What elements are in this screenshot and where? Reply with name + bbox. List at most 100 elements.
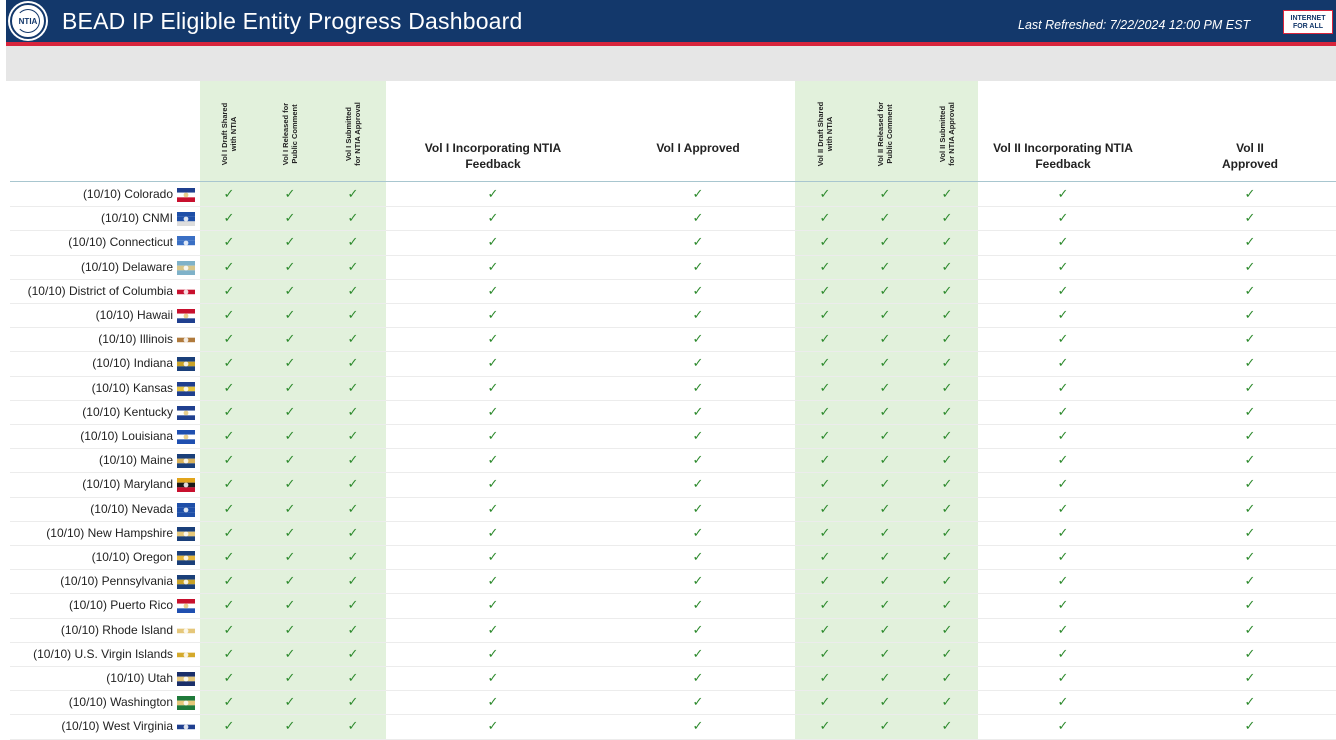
status-check-icon: ✓	[692, 597, 704, 613]
status-check-icon: ✓	[692, 549, 704, 564]
status-check-icon: ✓	[1057, 670, 1069, 685]
internet-for-all-logo[interactable]: INTERNET FOR ALL	[1283, 10, 1333, 34]
status-check-icon: ✓	[487, 621, 499, 637]
table-row[interactable]: (10/10) Colorado ✓ ✓ ✓ ✓ ✓ ✓ ✓ ✓ ✓ ✓	[0, 183, 1336, 208]
status-check-icon: ✓	[879, 307, 891, 322]
status-check-icon: ✓	[487, 500, 499, 516]
status-check-icon: ✓	[941, 428, 953, 443]
table-row[interactable]: (10/10) Washington ✓ ✓ ✓ ✓ ✓ ✓ ✓ ✓ ✓ ✓	[0, 691, 1336, 716]
table-row[interactable]: (10/10) District of Columbia ✓ ✓ ✓ ✓ ✓ ✓ ✓ ✓ ✓ ✓	[0, 280, 1336, 305]
status-check-icon: ✓	[692, 355, 704, 371]
status-check-icon: ✓	[941, 186, 953, 201]
status-check-icon: ✓	[487, 718, 499, 734]
status-check-icon: ✓	[223, 694, 235, 710]
status-check-icon: ✓	[941, 597, 953, 613]
entity-name: (10/10) Connecticut	[68, 235, 173, 250]
status-check-icon: ✓	[692, 428, 704, 443]
status-check-icon: ✓	[1244, 524, 1256, 540]
status-check-icon: ✓	[487, 670, 499, 685]
table-row[interactable]: (10/10) New Hampshire ✓ ✓ ✓ ✓ ✓ ✓ ✓ ✓ ✓ ✓	[0, 522, 1336, 547]
table-row[interactable]: (10/10) Kansas ✓ ✓ ✓ ✓ ✓ ✓ ✓ ✓ ✓ ✓	[0, 377, 1336, 401]
status-check-icon: ✓	[819, 670, 831, 685]
status-check-icon: ✓	[879, 500, 891, 516]
status-check-icon: ✓	[1244, 645, 1256, 661]
table-row[interactable]: (10/10) West Virginia ✓ ✓ ✓ ✓ ✓ ✓ ✓ ✓ ✓ ✓	[0, 715, 1336, 740]
status-check-icon: ✓	[879, 476, 891, 492]
status-check-icon: ✓	[692, 476, 704, 492]
status-check-icon: ✓	[819, 597, 831, 613]
maine-flag-icon	[177, 454, 195, 469]
status-check-icon: ✓	[1057, 282, 1069, 298]
puerto-rico-flag-icon	[177, 599, 195, 614]
status-check-icon: ✓	[223, 234, 235, 250]
status-check-icon: ✓	[1244, 307, 1256, 322]
badge-line-1: INTERNET	[1290, 15, 1326, 22]
table-row[interactable]: (10/10) Louisiana ✓ ✓ ✓ ✓ ✓ ✓ ✓ ✓ ✓ ✓	[0, 425, 1336, 450]
table-row[interactable]: (10/10) Illinois ✓ ✓ ✓ ✓ ✓ ✓ ✓ ✓ ✓ ✓	[0, 328, 1336, 353]
status-check-icon: ✓	[223, 307, 235, 322]
status-check-icon: ✓	[347, 597, 359, 613]
column-header-9: Vol II Incorporating NTIA Feedback	[993, 141, 1133, 171]
status-check-icon: ✓	[1244, 500, 1256, 516]
kentucky-flag-icon	[177, 405, 195, 420]
status-check-icon: ✓	[347, 234, 359, 250]
table-row[interactable]: (10/10) Pennsylvania ✓ ✓ ✓ ✓ ✓ ✓ ✓ ✓ ✓ ✓	[0, 570, 1336, 595]
status-check-icon: ✓	[879, 621, 891, 637]
delaware-flag-icon	[177, 260, 195, 275]
status-check-icon: ✓	[941, 452, 953, 468]
status-check-icon: ✓	[223, 500, 235, 516]
status-check-icon: ✓	[692, 621, 704, 637]
dc-flag-icon	[177, 284, 195, 299]
status-check-icon: ✓	[1244, 258, 1256, 274]
kansas-flag-icon	[177, 381, 195, 396]
status-check-icon: ✓	[941, 694, 953, 710]
status-check-icon: ✓	[487, 210, 499, 226]
status-check-icon: ✓	[487, 331, 499, 347]
hawaii-flag-icon	[177, 309, 195, 323]
status-check-icon: ✓	[1057, 645, 1069, 661]
table-row[interactable]: (10/10) Maine ✓ ✓ ✓ ✓ ✓ ✓ ✓ ✓ ✓ ✓	[0, 449, 1336, 474]
status-check-icon: ✓	[819, 524, 831, 540]
status-check-icon: ✓	[1057, 524, 1069, 540]
table-row[interactable]: (10/10) Hawaii ✓ ✓ ✓ ✓ ✓ ✓ ✓ ✓ ✓ ✓	[0, 304, 1336, 329]
status-check-icon: ✓	[284, 500, 296, 516]
table-row[interactable]: (10/10) Maryland ✓ ✓ ✓ ✓ ✓ ✓ ✓ ✓ ✓ ✓	[0, 473, 1336, 498]
table-row[interactable]: (10/10) Rhode Island ✓ ✓ ✓ ✓ ✓ ✓ ✓ ✓ ✓ ✓	[0, 619, 1336, 643]
status-check-icon: ✓	[487, 597, 499, 613]
status-check-icon: ✓	[941, 476, 953, 492]
status-check-icon: ✓	[347, 573, 359, 589]
status-check-icon: ✓	[347, 718, 359, 734]
status-check-icon: ✓	[284, 258, 296, 274]
column-header-label: Vol II Submitted for NTIA Approval	[938, 102, 956, 166]
entity-name: (10/10) U.S. Virgin Islands	[33, 646, 173, 661]
oregon-flag-icon	[177, 551, 195, 565]
status-check-icon: ✓	[1244, 694, 1256, 710]
status-check-icon: ✓	[284, 186, 296, 201]
entity-name: (10/10) Illinois	[98, 332, 173, 347]
washington-flag-icon	[177, 696, 195, 711]
status-check-icon: ✓	[692, 403, 704, 419]
status-check-icon: ✓	[819, 234, 831, 250]
table-row[interactable]: (10/10) Delaware ✓ ✓ ✓ ✓ ✓ ✓ ✓ ✓ ✓ ✓	[0, 256, 1336, 280]
status-check-icon: ✓	[347, 331, 359, 347]
table-row[interactable]: (10/10) Indiana ✓ ✓ ✓ ✓ ✓ ✓ ✓ ✓ ✓ ✓	[0, 352, 1336, 377]
colorado-flag-icon	[177, 188, 195, 202]
table-row[interactable]: (10/10) U.S. Virgin Islands ✓ ✓ ✓ ✓ ✓ ✓ ✓ ✓ ✓ ✓	[0, 643, 1336, 668]
table-row[interactable]: (10/10) CNMI ✓ ✓ ✓ ✓ ✓ ✓ ✓ ✓ ✓ ✓	[0, 207, 1336, 232]
status-check-icon: ✓	[819, 452, 831, 468]
table-row[interactable]: (10/10) Puerto Rico ✓ ✓ ✓ ✓ ✓ ✓ ✓ ✓ ✓ ✓	[0, 594, 1336, 619]
status-check-icon: ✓	[1057, 500, 1069, 516]
status-check-icon: ✓	[1057, 597, 1069, 613]
status-check-icon: ✓	[487, 476, 499, 492]
status-check-icon: ✓	[284, 549, 296, 564]
table-row[interactable]: (10/10) Utah ✓ ✓ ✓ ✓ ✓ ✓ ✓ ✓ ✓ ✓	[0, 667, 1336, 692]
status-check-icon: ✓	[347, 258, 359, 274]
column-header-label: Vol II Draft Shared with NTIA	[816, 101, 834, 167]
table-row[interactable]: (10/10) Kentucky ✓ ✓ ✓ ✓ ✓ ✓ ✓ ✓ ✓ ✓	[0, 401, 1336, 426]
table-row[interactable]: (10/10) Connecticut ✓ ✓ ✓ ✓ ✓ ✓ ✓ ✓ ✓ ✓	[0, 231, 1336, 256]
table-row[interactable]: (10/10) Nevada ✓ ✓ ✓ ✓ ✓ ✓ ✓ ✓ ✓ ✓	[0, 498, 1336, 522]
filter-bar	[6, 46, 1336, 81]
status-check-icon: ✓	[284, 234, 296, 250]
louisiana-flag-icon	[177, 430, 195, 444]
table-row[interactable]: (10/10) Oregon ✓ ✓ ✓ ✓ ✓ ✓ ✓ ✓ ✓ ✓	[0, 546, 1336, 571]
